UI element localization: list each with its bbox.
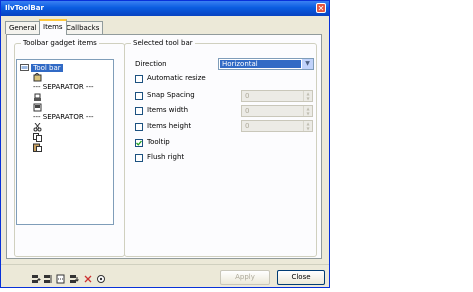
direction-label: Direction: [135, 60, 167, 68]
close-icon[interactable]: ✕: [316, 3, 326, 13]
checkbox-label: Automatic resize: [147, 74, 206, 82]
items-tree[interactable]: Tool bar --- SEPARATOR --- --- SEPARATOR…: [16, 59, 114, 225]
tree-node-item[interactable]: [33, 93, 42, 103]
chevron-down-icon[interactable]: ▼: [301, 59, 313, 69]
tool-icon: [33, 73, 42, 82]
tree-node-item[interactable]: [33, 123, 42, 133]
spinner-arrows-icon[interactable]: ▲ ▼: [303, 91, 312, 101]
tree-node-separator[interactable]: --- SEPARATOR ---: [33, 83, 94, 92]
tab-callbacks[interactable]: Callbacks: [62, 21, 104, 34]
spinner-arrows-icon[interactable]: ▲ ▼: [303, 121, 312, 131]
spinner-value: 0: [245, 92, 250, 100]
checkbox-label: Items height: [147, 122, 192, 130]
snap-spacing-checkbox[interactable]: [135, 92, 143, 100]
group-legend: Selected tool bar: [131, 39, 195, 47]
apply-button[interactable]: Apply: [220, 270, 270, 285]
items-width-checkbox[interactable]: [135, 107, 143, 115]
tree-node-label: Tool bar: [31, 63, 63, 72]
cut-icon: [33, 123, 42, 132]
toolbar-icon: [20, 64, 29, 71]
copy-icon: [33, 133, 42, 142]
tree-node-separator[interactable]: --- SEPARATOR ---: [33, 113, 94, 122]
add-item-icon[interactable]: [31, 274, 41, 284]
items-width-spinner[interactable]: 0 ▲ ▼: [241, 105, 313, 117]
checkbox-label: Items width: [147, 106, 189, 114]
automatic-resize-checkbox[interactable]: [135, 75, 143, 83]
tree-node-toolbar[interactable]: Tool bar: [20, 63, 63, 73]
toolbar-dialog: IlvToolBar ✕ General Items Callbacks Too…: [0, 0, 330, 288]
direction-select[interactable]: Horizontal ▼: [218, 58, 314, 70]
close-button[interactable]: Close: [277, 270, 325, 285]
tree-node-item[interactable]: [33, 103, 42, 113]
tab-items[interactable]: Items: [39, 19, 67, 35]
move-icon[interactable]: [69, 274, 79, 284]
checkbox-label: Tooltip: [147, 138, 170, 146]
insert-item-icon[interactable]: [43, 274, 53, 284]
spinner-arrows-icon[interactable]: ▲ ▼: [303, 106, 312, 116]
checkbox-label: Flush right: [147, 153, 185, 161]
tooltip-checkbox[interactable]: [135, 139, 143, 147]
tool-icon: [33, 103, 42, 112]
snap-spacing-spinner[interactable]: 0 ▲ ▼: [241, 90, 313, 102]
delete-icon[interactable]: [83, 274, 93, 284]
tree-node-item[interactable]: [33, 73, 42, 83]
settings-icon[interactable]: [96, 274, 106, 284]
items-height-spinner[interactable]: 0 ▲ ▼: [241, 120, 313, 132]
checkmark-icon: [136, 140, 142, 146]
direction-value: Horizontal: [220, 60, 302, 68]
add-separator-icon[interactable]: [56, 274, 66, 284]
items-height-checkbox[interactable]: [135, 123, 143, 131]
tree-node-item[interactable]: [33, 133, 42, 143]
checkbox-label: Snap Spacing: [147, 91, 195, 99]
divider: [1, 264, 329, 265]
spinner-value: 0: [245, 122, 250, 130]
flush-right-checkbox[interactable]: [135, 154, 143, 162]
tab-general[interactable]: General: [5, 21, 41, 34]
paste-icon: [33, 143, 42, 152]
window-title: IlvToolBar: [5, 4, 44, 12]
title-bar: IlvToolBar ✕: [1, 1, 329, 16]
tree-node-item[interactable]: [33, 143, 42, 153]
spinner-value: 0: [245, 107, 250, 115]
tool-icon: [34, 93, 41, 101]
group-legend: Toolbar gadget items: [21, 39, 99, 47]
